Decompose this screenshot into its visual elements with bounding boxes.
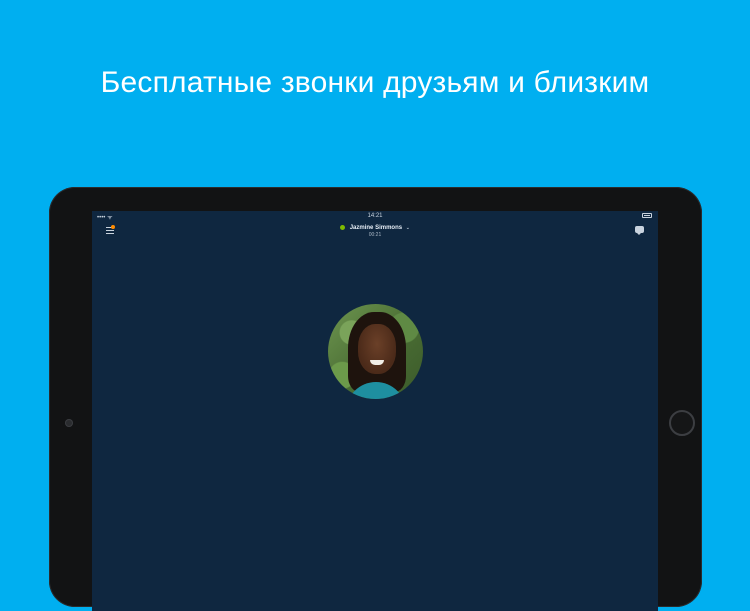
chevron-down-icon: ⌄ [405, 225, 410, 232]
contact-name: Jazmine Simmons [349, 225, 403, 232]
presence-dot-icon [340, 225, 346, 230]
avatar-face [358, 324, 396, 374]
promo-headline: Бесплатные звонки друзьям и близким [100, 66, 650, 99]
home-button[interactable] [669, 410, 695, 436]
tablet-frame: •••• ᯤ 14:21 Jazmine Simmons ⌄ 00:21 [49, 187, 702, 611]
status-bar: •••• ᯤ 14:21 [92, 211, 658, 221]
status-time: 14:21 [367, 213, 383, 219]
camera-icon [65, 419, 73, 427]
call-duration: 00:21 [368, 232, 382, 239]
call-screen: •••• ᯤ 14:21 Jazmine Simmons ⌄ 00:21 [92, 211, 658, 611]
avatar [328, 304, 423, 399]
battery-icon [642, 213, 652, 218]
chat-icon[interactable] [635, 226, 644, 235]
contact-name-row[interactable]: Jazmine Simmons ⌄ [92, 225, 658, 231]
call-header: Jazmine Simmons ⌄ 00:21 [92, 225, 658, 238]
